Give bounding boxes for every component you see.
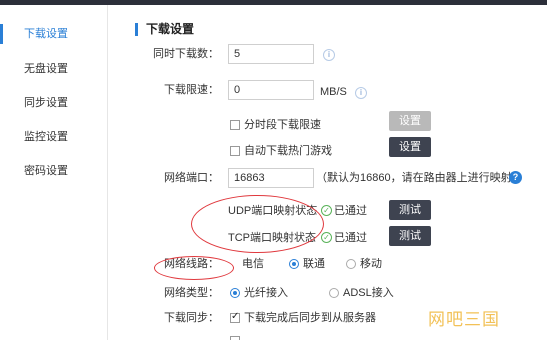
tcp-status-text: 已通过 xyxy=(334,232,367,244)
auto-hot-games-settings-button[interactable]: 设置 xyxy=(389,137,431,157)
radio-fiber-label: 光纤接入 xyxy=(244,287,288,299)
period-limit-label: 分时段下载限速 xyxy=(244,119,321,131)
udp-test-button[interactable]: 测试 xyxy=(389,200,431,220)
auto-hot-games-checkbox[interactable] xyxy=(230,146,240,156)
port-label: 网络端口： xyxy=(164,172,219,184)
sync-checkbox[interactable] xyxy=(230,311,240,323)
sync-option-label: 下载完成后同步到从服务器 xyxy=(244,312,376,324)
radio-mobile[interactable] xyxy=(346,259,356,269)
sidebar-item-diskless-settings[interactable]: 无盘设置 xyxy=(0,55,107,83)
speed-unit: MB/S xyxy=(320,86,347,98)
sidebar: 下载设置 无盘设置 同步设置 监控设置 密码设置 xyxy=(0,5,108,340)
info-icon[interactable]: i xyxy=(323,49,335,61)
next-row-checkbox[interactable] xyxy=(230,336,240,340)
period-limit-settings-button[interactable]: 设置 xyxy=(389,111,431,131)
check-circle-icon: ✓ xyxy=(321,232,332,243)
sidebar-item-password-settings[interactable]: 密码设置 xyxy=(0,157,107,185)
sidebar-item-sync-settings[interactable]: 同步设置 xyxy=(0,89,107,117)
port-hint: （默认为16860，请在路由器上进行映射） xyxy=(316,172,523,184)
radio-unicom-label: 联通 xyxy=(303,258,325,270)
check-circle-icon: ✓ xyxy=(321,205,332,216)
network-line-label: 网络线路： xyxy=(164,258,219,270)
help-icon[interactable]: ? xyxy=(509,171,522,184)
tcp-test-button[interactable]: 测试 xyxy=(389,226,431,246)
radio-fiber[interactable] xyxy=(230,288,240,298)
main-panel: 下载设置 同时下载数： 5 i 下载限速： 0 MB/S i 分时段下载限速 设… xyxy=(109,5,547,340)
radio-telecom-label: 电信 xyxy=(242,258,264,270)
concurrent-label: 同时下载数： xyxy=(153,48,219,60)
period-limit-checkbox[interactable] xyxy=(230,120,240,130)
watermark-logo: 网吧三国 xyxy=(428,310,500,330)
sidebar-item-monitor-settings[interactable]: 监控设置 xyxy=(0,123,107,151)
speed-limit-label: 下载限速： xyxy=(164,84,219,96)
concurrent-input[interactable]: 5 xyxy=(228,44,314,64)
udp-status-text: 已通过 xyxy=(334,205,367,217)
tcp-status-label: TCP端口映射状态 xyxy=(228,232,316,244)
speed-limit-input[interactable]: 0 xyxy=(228,80,314,100)
radio-adsl[interactable] xyxy=(329,288,339,298)
info-icon[interactable]: i xyxy=(355,87,367,99)
radio-unicom[interactable] xyxy=(289,259,299,269)
radio-mobile-label: 移动 xyxy=(360,258,382,270)
download-sync-label: 下载同步： xyxy=(164,312,219,324)
sidebar-item-download-settings[interactable]: 下载设置 xyxy=(0,20,107,48)
section-title: 下载设置 xyxy=(135,23,194,36)
udp-status-label: UDP端口映射状态 xyxy=(228,205,318,217)
network-type-label: 网络类型： xyxy=(164,287,219,299)
port-input[interactable]: 16863 xyxy=(228,168,314,188)
auto-hot-games-label: 自动下载热门游戏 xyxy=(244,145,332,157)
radio-adsl-label: ADSL接入 xyxy=(343,287,394,299)
